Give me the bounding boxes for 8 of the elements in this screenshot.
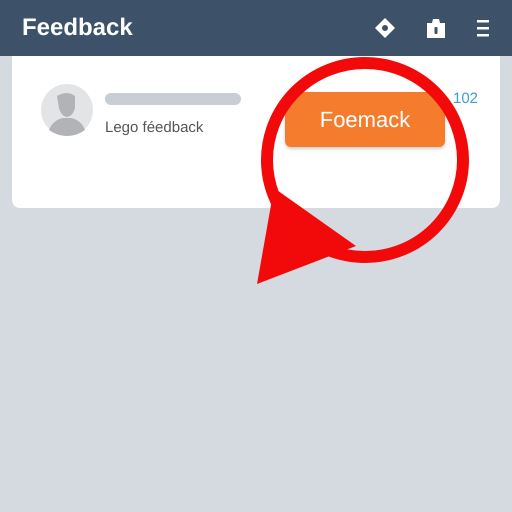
count-text: 102 <box>453 90 478 107</box>
diamond-icon[interactable] <box>374 17 396 39</box>
avatar-icon <box>41 84 93 136</box>
feedback-button[interactable]: Foemack <box>285 92 445 147</box>
menu-icon[interactable] <box>476 18 490 38</box>
bag-icon[interactable] <box>426 17 446 39</box>
header-title: Feedback <box>22 14 133 42</box>
feedback-text: Lego féedback <box>105 119 204 136</box>
